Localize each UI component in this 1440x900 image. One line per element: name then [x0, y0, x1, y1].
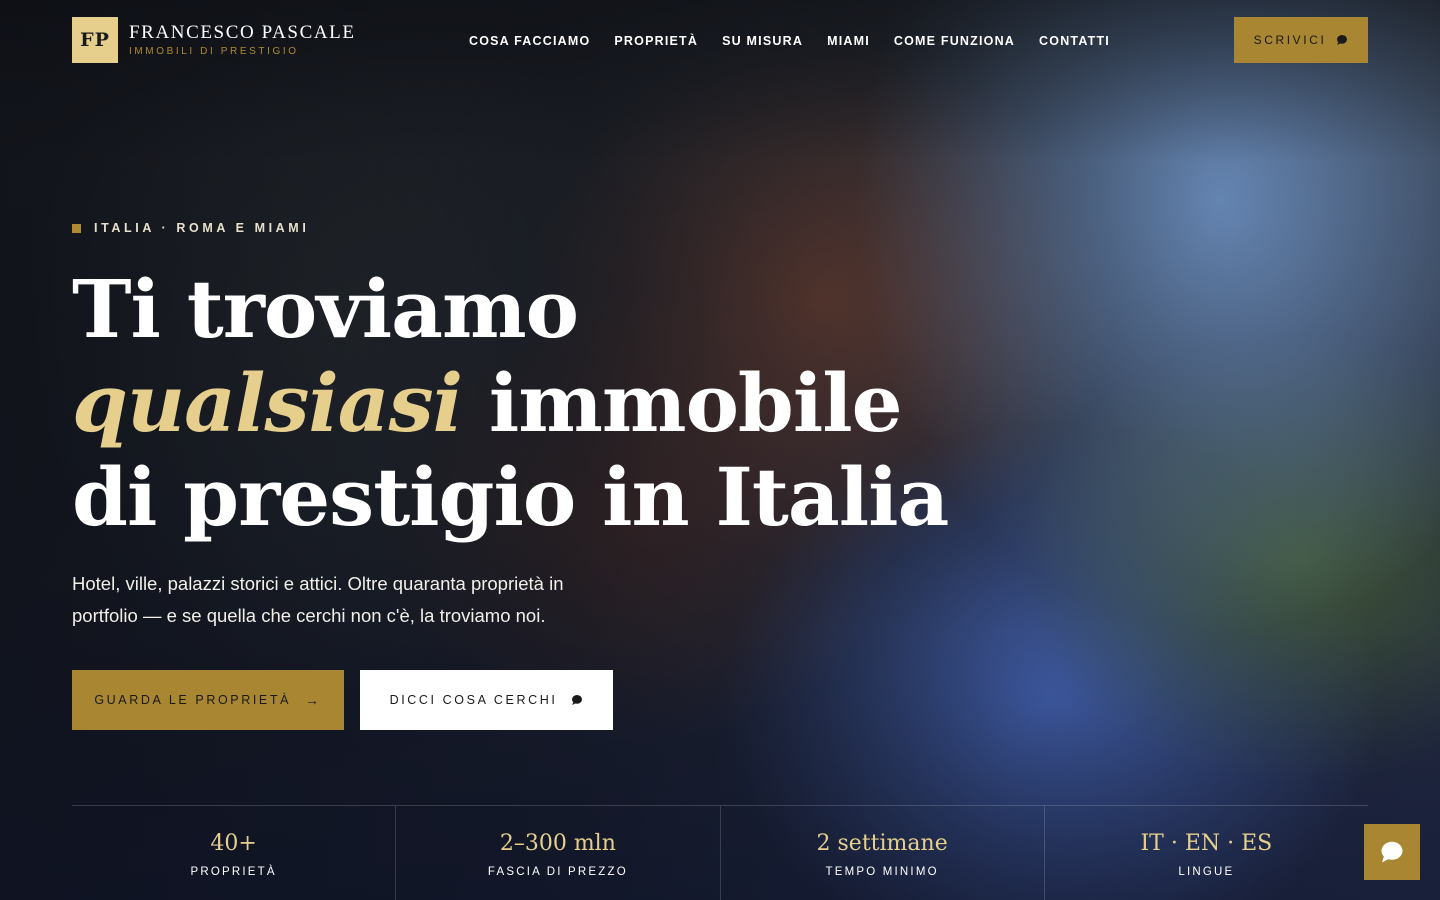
stat-label: LINGUE	[1178, 866, 1235, 878]
hero-eyebrow: ITALIA · ROMA E MIAMI	[72, 221, 309, 235]
stat-min-time: 2 settimane TEMPO MINIMO	[721, 806, 1045, 900]
nav-item-cosa-facciamo[interactable]: COSA FACCIAMO	[469, 34, 590, 48]
eyebrow-text: ITALIA · ROMA E MIAMI	[94, 221, 310, 235]
stat-value: 2 settimane	[816, 831, 948, 856]
view-properties-button[interactable]: GUARDA LE PROPRIETÀ →	[72, 670, 344, 730]
chat-bubble-icon	[1381, 841, 1403, 863]
stat-label: PROPRIETÀ	[190, 866, 277, 878]
eyebrow-marker	[72, 223, 81, 233]
stat-languages: IT · EN · ES LINGUE	[1045, 806, 1368, 900]
logo-monogram: FP	[72, 17, 118, 63]
chat-bubble-icon	[572, 695, 583, 705]
stat-price-range: 2–300 mln FASCIA DI PREZZO	[396, 806, 721, 900]
headline-line-2-rest: immobile	[462, 356, 903, 450]
tell-us-label: DICCI COSA CERCHI	[389, 693, 558, 707]
hero-subtitle: Hotel, ville, palazzi storici e attici. …	[72, 573, 564, 626]
stat-value: 40+	[210, 831, 257, 856]
brand-name: FRANCESCO PASCALE	[129, 22, 356, 43]
brand-logo[interactable]: FP FRANCESCO PASCALE IMMOBILI DI PRESTIG…	[72, 17, 356, 63]
brand-tagline: IMMOBILI DI PRESTIGIO	[129, 46, 299, 57]
write-us-button[interactable]: SCRIVICI	[1234, 17, 1368, 63]
nav-item-proprieta[interactable]: PROPRIETÀ	[614, 34, 698, 48]
tell-us-button[interactable]: DICCI COSA CERCHI	[360, 670, 613, 730]
stat-properties: 40+ PROPRIETÀ	[72, 806, 397, 900]
stat-value: IT · EN · ES	[1140, 831, 1273, 856]
nav-item-su-misura[interactable]: SU MISURA	[722, 34, 803, 48]
headline-line-2: qualsiasi immobile	[72, 356, 903, 450]
nav-item-miami[interactable]: MIAMI	[827, 34, 870, 48]
write-us-label: SCRIVICI	[1253, 33, 1327, 47]
headline-line-1: Ti troviamo	[72, 262, 579, 356]
chat-bubble-icon	[1337, 35, 1348, 45]
logo-text: FRANCESCO PASCALE IMMOBILI DI PRESTIGIO	[129, 23, 356, 57]
headline-accent: qualsiasi	[72, 356, 463, 450]
chat-fab-button[interactable]	[1364, 824, 1420, 880]
stat-label: FASCIA DI PREZZO	[487, 866, 628, 878]
nav-item-contatti[interactable]: CONTATTI	[1039, 34, 1110, 48]
main-nav: COSA FACCIAMO PROPRIETÀ SU MISURA MIAMI …	[469, 34, 1134, 48]
headline-line-3: di prestigio in Italia	[72, 450, 949, 544]
stat-value: 2–300 mln	[499, 831, 616, 856]
stat-label: TEMPO MINIMO	[825, 866, 939, 878]
hero-headline: Ti troviamo qualsiasi immobile di presti…	[72, 262, 949, 544]
view-properties-label: GUARDA LE PROPRIETÀ	[94, 693, 292, 707]
stats-bar: 40+ PROPRIETÀ 2–300 mln FASCIA DI PREZZO…	[72, 805, 1368, 900]
nav-item-come-funziona[interactable]: COME FUNZIONA	[894, 34, 1015, 48]
arrow-right-icon: →	[305, 692, 322, 708]
